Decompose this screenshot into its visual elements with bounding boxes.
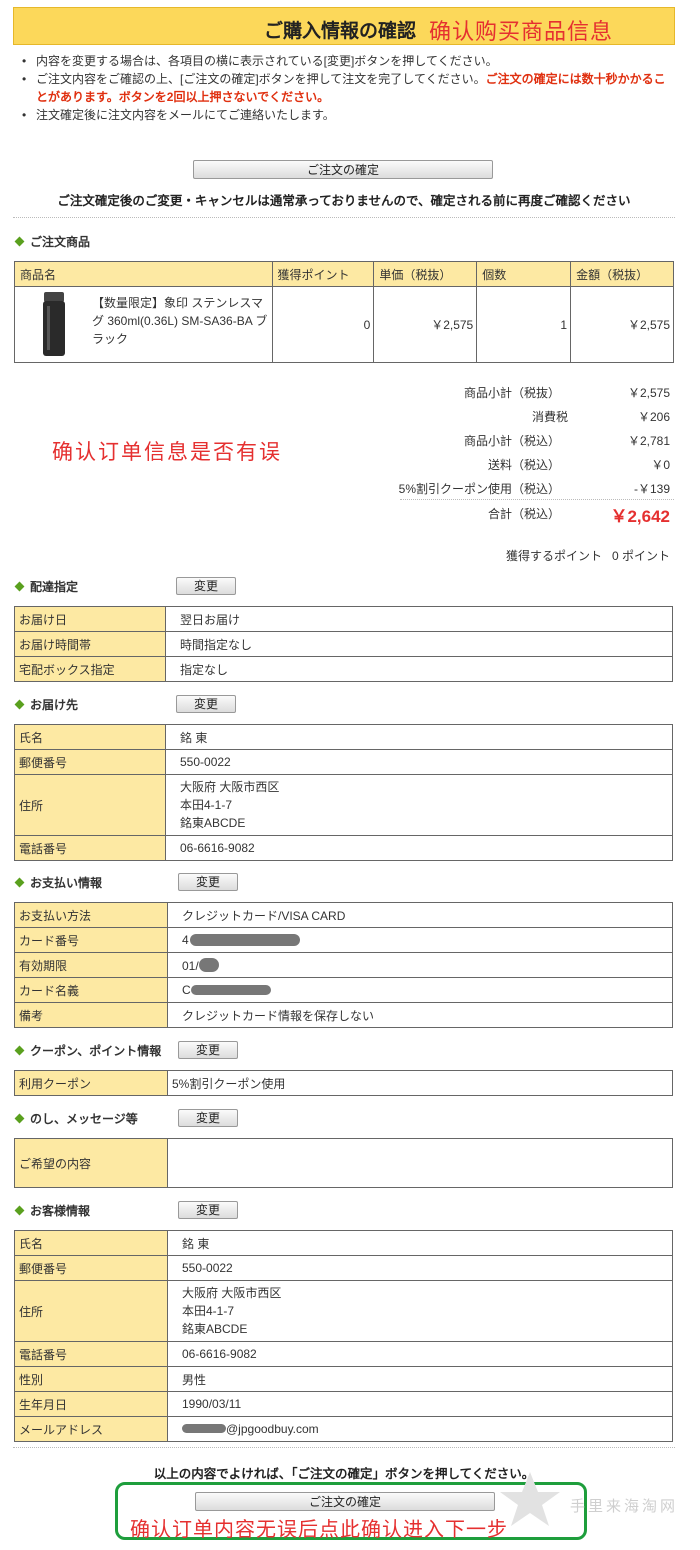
- note-item: ご注文内容をご確認の上、[ご注文の確定]ボタンを押して注文を完了してください。ご…: [22, 70, 677, 106]
- change-delivery-button[interactable]: 変更: [176, 577, 236, 595]
- diamond-bullet-icon: [14, 1205, 25, 1216]
- page-title: ご購入情報の確認: [264, 21, 417, 42]
- change-customer-button[interactable]: 変更: [178, 1201, 238, 1219]
- table-row: お届け時間帯 時間指定なし: [14, 631, 673, 657]
- order-items-table: 商品名 獲得ポイント 単価（税抜） 個数 金額（税抜） 【数量限定】象印 ステン…: [14, 261, 674, 363]
- table-row: 住所 大阪府 大阪市西区 本田4-1-7 銘東ABCDE: [14, 1280, 673, 1342]
- table-row: 氏名銘 東: [14, 1230, 673, 1256]
- table-row: お届け日 翌日お届け: [14, 606, 673, 632]
- payment-table: お支払い方法 クレジットカード/VISA CARD カード番号 4 有効期限 01/ …: [14, 902, 673, 1028]
- diamond-bullet-icon: [14, 236, 25, 247]
- table-row: 電話番号 06-6616-9082: [14, 835, 673, 861]
- annotation-final-step: 确认订单内容无误后点此确认进入下一步: [130, 1519, 508, 1541]
- table-row: 郵便番号 550-0022: [14, 1255, 673, 1281]
- change-payment-button[interactable]: 変更: [178, 873, 238, 891]
- table-row: 性別 男性: [14, 1366, 673, 1392]
- watermark-text: 手里来海淘网: [570, 1497, 679, 1515]
- noshi-table: ご希望の内容: [14, 1138, 673, 1188]
- table-row: カード名義 C: [14, 977, 673, 1003]
- earned-points-value: 0 ポイント: [612, 549, 671, 563]
- change-shipping-button[interactable]: 変更: [176, 695, 236, 713]
- confirm-order-button-top[interactable]: ご注文の確定: [193, 160, 493, 179]
- page-header: ご購入情報の確認 确认购买商品信息: [13, 7, 675, 45]
- table-row: カード番号 4: [14, 927, 673, 953]
- product-unit-price: ￥2,575: [373, 286, 478, 363]
- note-item: 内容を変更する場合は、各項目の横に表示されている[変更]ボタンを押してください。: [22, 52, 677, 70]
- product-quantity: 1: [476, 286, 572, 363]
- table-row: メールアドレス @jpgoodbuy.com: [14, 1416, 673, 1442]
- col-header: 獲得ポイント: [271, 261, 375, 287]
- diamond-bullet-icon: [14, 581, 25, 592]
- product-amount: ￥2,575: [570, 286, 674, 363]
- table-header-row: 商品名 獲得ポイント 単価（税抜） 個数 金額（税抜）: [14, 261, 674, 287]
- total-amount: ￥2,642: [610, 507, 670, 526]
- table-row: 備考 クレジットカード情報を保存しない: [14, 1002, 673, 1028]
- confirm-order-button[interactable]: ご注文の確定: [195, 1492, 495, 1511]
- instruction-notes: 内容を変更する場合は、各項目の横に表示されている[変更]ボタンを押してください。…: [22, 52, 677, 124]
- table-row: お支払い方法 クレジットカード/VISA CARD: [14, 902, 673, 928]
- delivery-table: お届け日 翌日お届け お届け時間帯 時間指定なし 宅配ボックス指定 指定なし: [14, 606, 673, 682]
- change-noshi-button[interactable]: 変更: [178, 1109, 238, 1127]
- table-row: 【数量限定】象印 ステンレスマグ 360ml(0.36L) SM-SA36-BA…: [14, 286, 674, 363]
- table-row: 郵便番号 550-0022: [14, 749, 673, 775]
- table-row: 利用クーポン 5%割引クーポン使用: [14, 1070, 673, 1096]
- col-header: 単価（税抜）: [373, 261, 478, 287]
- section-title-customer: お客様情報: [14, 1202, 90, 1219]
- redacted-mask: [182, 1424, 226, 1433]
- diamond-bullet-icon: [14, 1113, 25, 1124]
- section-title-noshi: のし、メッセージ等: [14, 1110, 138, 1127]
- divider: [13, 1447, 675, 1448]
- coupon-table: 利用クーポン 5%割引クーポン使用: [14, 1070, 673, 1096]
- redacted-mask: [190, 985, 271, 995]
- col-header: 金額（税抜）: [570, 261, 674, 287]
- product-thumbnail-icon[interactable]: [40, 291, 68, 358]
- table-row: 生年月日 1990/03/11: [14, 1391, 673, 1417]
- section-title-order-items: ご注文商品: [14, 233, 90, 250]
- product-cell: 【数量限定】象印 ステンレスマグ 360ml(0.36L) SM-SA36-BA…: [14, 286, 273, 363]
- redacted-mask: [189, 934, 300, 946]
- table-row: ご希望の内容: [14, 1138, 673, 1188]
- product-name-link[interactable]: 【数量限定】象印 ステンレスマグ 360ml(0.36L) SM-SA36-BA…: [92, 294, 270, 348]
- redacted-mask: [198, 957, 219, 972]
- divider: [13, 217, 675, 218]
- table-row: 電話番号 06-6616-9082: [14, 1341, 673, 1367]
- diamond-bullet-icon: [14, 699, 25, 710]
- diamond-bullet-icon: [14, 1045, 25, 1056]
- col-header: 商品名: [14, 261, 273, 287]
- section-title-payment: お支払い情報: [14, 874, 102, 891]
- table-row: 有効期限 01/: [14, 952, 673, 978]
- customer-table: 氏名銘 東 郵便番号 550-0022 住所 大阪府 大阪市西区 本田4-1-7 銘東A…: [14, 1230, 673, 1442]
- earned-points-row: 獲得するポイント 0 ポイント: [506, 549, 671, 563]
- shipping-table: 氏名銘 東 郵便番号 550-0022 住所 大阪府 大阪市西区 本田4-1-7 銘東A…: [14, 724, 673, 861]
- col-header: 個数: [476, 261, 572, 287]
- table-row: 住所 大阪府 大阪市西区 本田4-1-7 銘東ABCDE: [14, 774, 673, 836]
- section-title-delivery: 配達指定: [14, 578, 78, 595]
- divider: [400, 499, 674, 500]
- page-title-annotation: 确认购买商品信息: [429, 19, 614, 44]
- note-item: 注文確定後に注文内容をメールにてご連絡いたします。: [22, 106, 677, 124]
- section-title-coupon: クーポン、ポイント情報: [14, 1042, 161, 1059]
- table-row: 氏名銘 東: [14, 724, 673, 750]
- annotation-check-order: 确认订单信息是否有误: [52, 441, 282, 464]
- table-row: 宅配ボックス指定 指定なし: [14, 656, 673, 682]
- product-points: 0: [271, 286, 375, 363]
- diamond-bullet-icon: [14, 877, 25, 888]
- section-title-shipping: お届け先: [14, 696, 78, 713]
- confirm-warning-text: ご注文確定後のご変更・キャンセルは通常承っておりませんので、確定される前に再度ご…: [57, 194, 631, 208]
- change-coupon-button[interactable]: 変更: [178, 1041, 238, 1059]
